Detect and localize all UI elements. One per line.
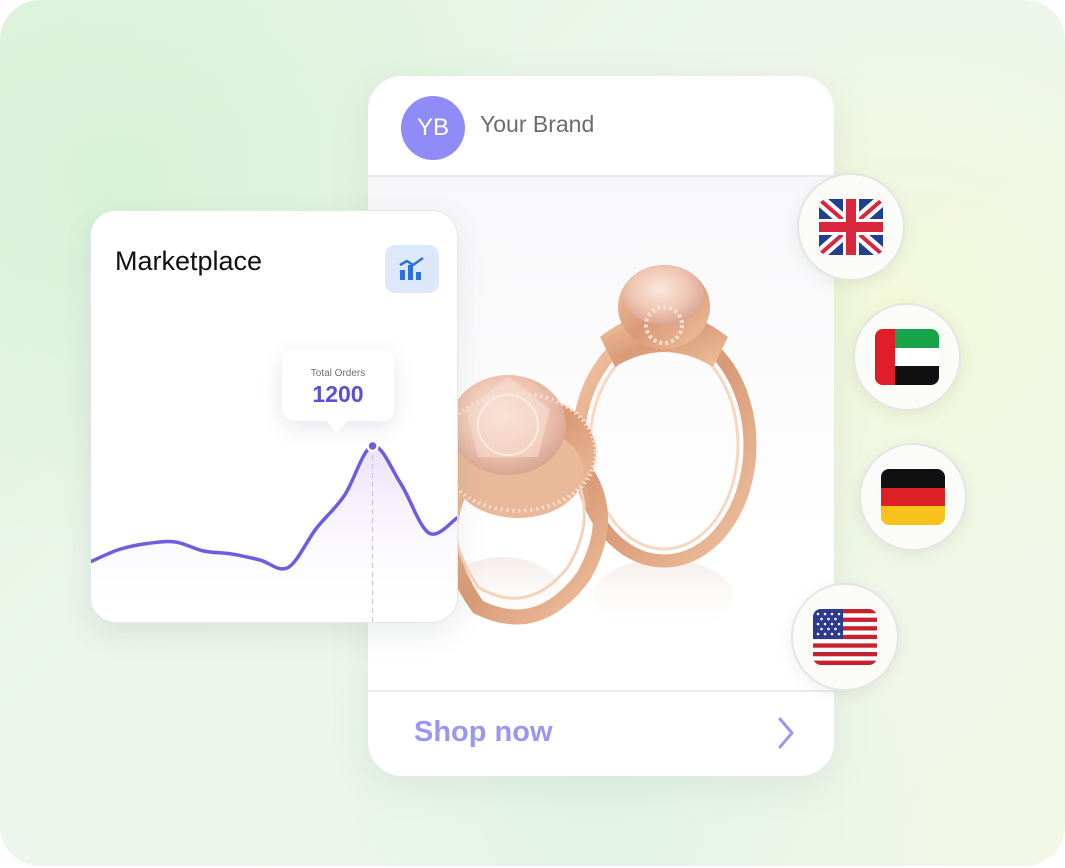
brand-name[interactable]: Your Brand [480,111,594,138]
bar-chart-icon[interactable] [385,245,439,293]
uae-flag-icon [875,329,939,385]
tooltip-label: Total Orders [310,368,366,379]
chart-area [91,445,457,622]
marketplace-card: Marketplace Total Orders 1200 [90,210,458,623]
tooltip-value: 1200 [312,381,364,407]
germany-flag-button[interactable] [859,443,967,551]
brand-avatar[interactable]: YB [401,96,465,160]
uk-flag-icon [819,199,883,255]
shop-now-button[interactable]: Shop now [368,692,834,776]
total-orders-tooltip: Total Orders 1200 [282,349,394,432]
shop-now-label: Shop now [414,716,553,748]
brand-header: YB Your Brand [368,76,834,176]
chevron-right-icon [778,717,794,749]
highlight-point[interactable] [366,439,379,453]
marketplace-title: Marketplace [115,246,263,276]
uk-flag-button[interactable] [797,173,905,281]
uae-flag-button[interactable] [853,303,961,411]
germany-flag-icon [881,469,945,525]
us-flag-icon [813,609,877,665]
us-flag-button[interactable] [791,583,899,691]
